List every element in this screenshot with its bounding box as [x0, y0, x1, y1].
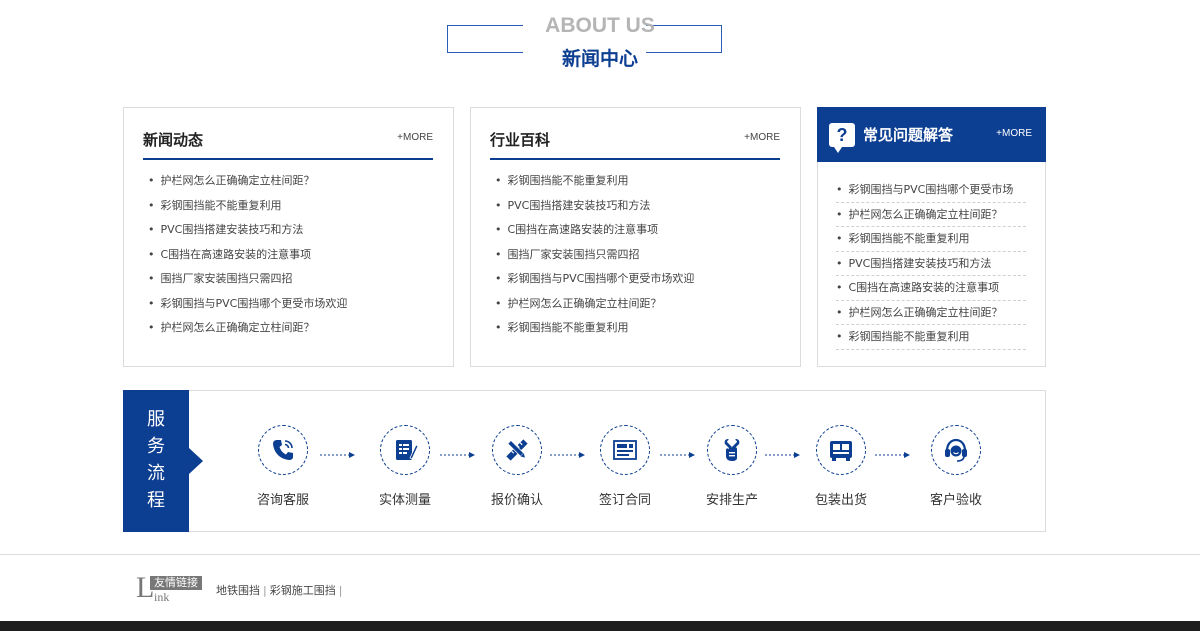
- step-contract[interactable]: 签订合同: [580, 425, 670, 508]
- list-item[interactable]: PVC围挡搭建安装技巧和方法: [495, 197, 694, 222]
- list-item[interactable]: 彩钢围挡与PVC围挡哪个更受市场欢迎: [148, 295, 348, 320]
- step-measure[interactable]: 实体测量: [360, 425, 450, 508]
- section-header: ABOUT US 新闻中心: [0, 0, 1200, 80]
- list-item[interactable]: 彩钢围挡能不能重复利用: [495, 319, 694, 344]
- link-small-word: ink: [154, 590, 170, 604]
- ruler-pencil-icon: [492, 425, 542, 475]
- step-label: 咨询客服: [256, 493, 309, 508]
- service-flow-title: 服务流程: [147, 409, 165, 511]
- list-item[interactable]: C围挡在高速路安装的注意事项: [148, 246, 347, 271]
- list-item[interactable]: 护栏网怎么正确确定立柱间距？: [148, 319, 347, 344]
- list-item[interactable]: 彩钢围挡能不能重复利用: [836, 325, 1026, 350]
- list-item[interactable]: 围挡厂家安装围挡只需四招: [148, 270, 347, 295]
- friend-links-badge: L 友情链接 ink: [136, 571, 212, 605]
- list-item[interactable]: 护栏网怎么正确确定立柱间距？: [495, 295, 694, 320]
- headset-icon: [931, 425, 981, 475]
- phone-icon: [258, 425, 308, 475]
- arrow-icon: [440, 452, 475, 458]
- step-label: 实体测量: [378, 493, 431, 508]
- contract-icon: [600, 425, 650, 475]
- list-item[interactable]: 彩钢围挡与PVC围挡哪个更受市场: [836, 178, 1026, 203]
- step-label: 包装出货: [814, 493, 867, 508]
- friend-link[interactable]: 地铁围挡: [216, 584, 260, 597]
- industry-more-link[interactable]: +MORE: [744, 132, 780, 143]
- step-consult[interactable]: 咨询客服: [238, 425, 328, 508]
- friend-links-tag: 友情链接: [150, 576, 202, 590]
- section-title-en: ABOUT US: [545, 14, 655, 37]
- link-separator: |: [338, 584, 343, 597]
- list-item[interactable]: 彩钢围挡与PVC围挡哪个更受市场欢迎: [495, 270, 695, 295]
- faq-more-link[interactable]: +MORE: [996, 128, 1032, 139]
- step-acceptance[interactable]: 客户验收: [911, 425, 1001, 508]
- list-item[interactable]: 护栏网怎么正确确定立柱间距？: [836, 301, 1026, 325]
- list-item[interactable]: 彩钢围挡能不能重复利用: [148, 197, 347, 222]
- step-label: 安排生产: [705, 493, 758, 508]
- truck-icon: [816, 425, 866, 475]
- news-panel: 新闻动态 +MORE 护栏网怎么正确确定立柱间距？ 彩钢围挡能不能重复利用 PV…: [123, 107, 454, 367]
- industry-panel: 行业百科 +MORE 彩钢围挡能不能重复利用 PVC围挡搭建安装技巧和方法 C围…: [470, 107, 801, 367]
- list-item[interactable]: C围挡在高速路安装的注意事项: [836, 276, 1026, 301]
- list-item[interactable]: 彩钢围挡能不能重复利用: [836, 227, 1026, 252]
- list-item[interactable]: 护栏网怎么正确确定立柱间距？: [836, 203, 1026, 227]
- link-separator: |: [263, 584, 267, 597]
- news-more-link[interactable]: +MORE: [397, 132, 433, 143]
- list-item[interactable]: PVC围挡搭建安装技巧和方法: [836, 252, 1026, 276]
- question-icon: ?: [829, 123, 855, 153]
- step-label: 客户验收: [929, 493, 982, 508]
- step-label: 签订合同: [598, 493, 651, 508]
- clipboard-icon: [380, 425, 430, 475]
- friend-link[interactable]: 彩钢施工围挡: [270, 584, 336, 597]
- service-flow-side: 服务流程: [123, 390, 203, 532]
- footer-divider: [0, 554, 1200, 555]
- list-item[interactable]: 围挡厂家安装围挡只需四招: [495, 246, 694, 271]
- step-quote[interactable]: 报价确认: [472, 425, 562, 508]
- arrow-icon: [320, 452, 355, 458]
- industry-panel-title: 行业百科: [490, 131, 551, 149]
- industry-underline: [490, 158, 780, 160]
- arrow-icon: [875, 452, 910, 458]
- step-label: 报价确认: [490, 493, 543, 508]
- friend-links: 地铁围挡 | 彩钢施工围挡 |: [216, 582, 345, 598]
- faq-panel-title: 常见问题解答: [863, 126, 954, 144]
- faq-panel: ? 常见问题解答 +MORE 彩钢围挡与PVC围挡哪个更受市场 护栏网怎么正确确…: [817, 107, 1046, 367]
- industry-list: 彩钢围挡能不能重复利用 PVC围挡搭建安装技巧和方法 C围挡在高速路安装的注意事…: [495, 172, 695, 344]
- faq-header: ? 常见问题解答 +MORE: [817, 107, 1046, 162]
- step-production[interactable]: 安排生产: [687, 425, 777, 508]
- news-list: 护栏网怎么正确确定立柱间距？ 彩钢围挡能不能重复利用 PVC围挡搭建安装技巧和方…: [148, 172, 348, 344]
- faq-list: 彩钢围挡与PVC围挡哪个更受市场 护栏网怎么正确确定立柱间距？ 彩钢围挡能不能重…: [836, 178, 1026, 350]
- list-item[interactable]: 护栏网怎么正确确定立柱间距？: [148, 172, 347, 197]
- wrench-hand-icon: [707, 425, 757, 475]
- list-item[interactable]: PVC围挡搭建安装技巧和方法: [148, 221, 347, 246]
- service-flow: 服务流程 咨询客服 实体测量 报价确认 签订合同 安排生产 包装出货 客户验收: [123, 390, 1046, 532]
- list-item[interactable]: 彩钢围挡能不能重复利用: [495, 172, 694, 197]
- footer-bar: [0, 621, 1200, 631]
- news-panel-title: 新闻动态: [143, 131, 204, 149]
- step-shipping[interactable]: 包装出货: [796, 425, 886, 508]
- list-item[interactable]: C围挡在高速路安装的注意事项: [495, 221, 694, 246]
- news-underline: [143, 158, 433, 160]
- section-title-cn: 新闻中心: [561, 48, 638, 70]
